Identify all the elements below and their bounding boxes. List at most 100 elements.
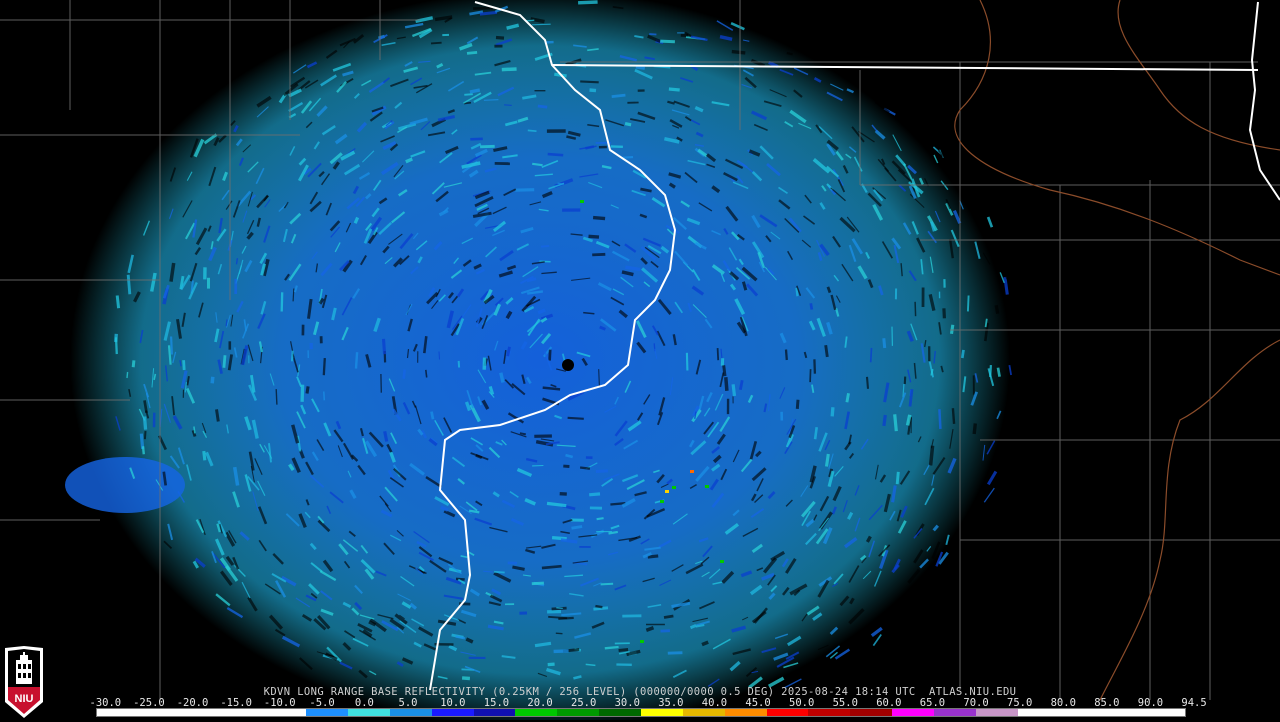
echo-streak (908, 415, 910, 426)
echo-streak (832, 407, 833, 416)
echo-streak (962, 350, 963, 358)
echo-streak (224, 355, 225, 367)
echo-streak (470, 139, 483, 140)
scale-swatch (515, 709, 557, 716)
echo-streak (884, 338, 885, 348)
scale-swatch (223, 709, 265, 716)
echo-streak (724, 365, 725, 376)
echo-streak (561, 540, 577, 542)
echo-streak (116, 337, 117, 354)
echo-streak (204, 451, 205, 460)
echo-streak (664, 616, 673, 618)
color-scale-bar (96, 708, 1186, 717)
echo-streak (931, 446, 933, 466)
echo-streak (548, 154, 564, 155)
scale-swatch (306, 709, 348, 716)
echo-streak (589, 494, 600, 495)
echo-streak (508, 347, 510, 356)
scale-swatch (139, 709, 181, 716)
echo-streak (895, 414, 897, 431)
echo-streak (324, 392, 325, 401)
echo-streak (952, 325, 953, 334)
echo-streak (431, 43, 442, 44)
echo-streak (649, 34, 656, 35)
echo-streak (786, 350, 787, 361)
echo-streak (548, 664, 555, 665)
echo-streak (586, 664, 596, 665)
scale-swatch (1018, 709, 1060, 716)
niu-logo-text: NIU (15, 693, 34, 705)
echo-streak (484, 100, 499, 101)
echo-streak (996, 305, 998, 314)
scale-swatch (976, 709, 1018, 716)
echo-streak (593, 218, 605, 219)
echo-streak (473, 8, 493, 9)
echo-streak (171, 337, 172, 355)
echo-streak (480, 146, 495, 147)
scale-swatch (934, 709, 976, 716)
echo-streak (623, 157, 633, 158)
echo-streak (556, 608, 563, 609)
echo-streak (528, 130, 537, 131)
echo-streak (990, 365, 991, 377)
echo-cell (665, 490, 669, 493)
echo-streak (542, 566, 562, 568)
echo-streak (556, 633, 563, 634)
echo-streak (432, 412, 434, 420)
niu-seal-icon: NIU (3, 646, 45, 718)
echo-streak (595, 606, 602, 607)
echo-streak (282, 292, 283, 311)
echo-streak (470, 90, 480, 92)
echo-cell (720, 560, 724, 563)
echo-streak (356, 352, 357, 368)
scale-swatch (557, 709, 599, 716)
scale-swatch (432, 709, 474, 716)
scale-swatch (264, 709, 306, 716)
echo-streak (554, 651, 569, 652)
echo-streak (605, 647, 619, 648)
echo-streak (815, 427, 817, 439)
echo-streak (532, 164, 542, 165)
echo-streak (527, 279, 536, 281)
scale-swatch (474, 709, 516, 716)
radar-map (0, 0, 1280, 720)
echo-streak (520, 433, 526, 434)
echo-streak (426, 370, 427, 378)
echo-streak (578, 2, 598, 3)
echo-streak (687, 353, 688, 371)
echo-streak (592, 254, 605, 255)
reflectivity-echo-layer (65, 0, 1010, 720)
echo-streak (814, 359, 815, 373)
echo-streak (733, 384, 734, 396)
echo-streak (184, 360, 185, 370)
niu-logo: NIU (3, 646, 45, 718)
echo-streak (480, 12, 497, 14)
echo-streak (580, 81, 599, 82)
scale-swatch (767, 709, 809, 716)
echo-streak (660, 41, 675, 42)
echo-streak (532, 24, 551, 25)
echo-streak (826, 345, 828, 357)
echo-cell (660, 500, 664, 503)
scale-swatch (641, 709, 683, 716)
echo-streak (787, 53, 793, 54)
scale-swatch (683, 709, 725, 716)
scale-swatch (181, 709, 223, 716)
echo-streak (128, 275, 130, 295)
echo-streak (276, 389, 277, 405)
echo-streak (538, 106, 547, 107)
echo-streak (597, 518, 604, 519)
echo-streak (385, 431, 387, 441)
scale-swatch (892, 709, 934, 716)
echo-streak (293, 289, 294, 302)
scale-swatch (348, 709, 390, 716)
echo-streak (646, 628, 653, 631)
echo-streak (302, 385, 303, 402)
echo-streak (494, 572, 505, 573)
echo-streak (217, 409, 219, 421)
echo-streak (732, 52, 746, 53)
echo-cell (705, 485, 709, 488)
echo-streak (953, 408, 954, 424)
echo-streak (324, 358, 325, 375)
echo-streak (572, 527, 583, 529)
